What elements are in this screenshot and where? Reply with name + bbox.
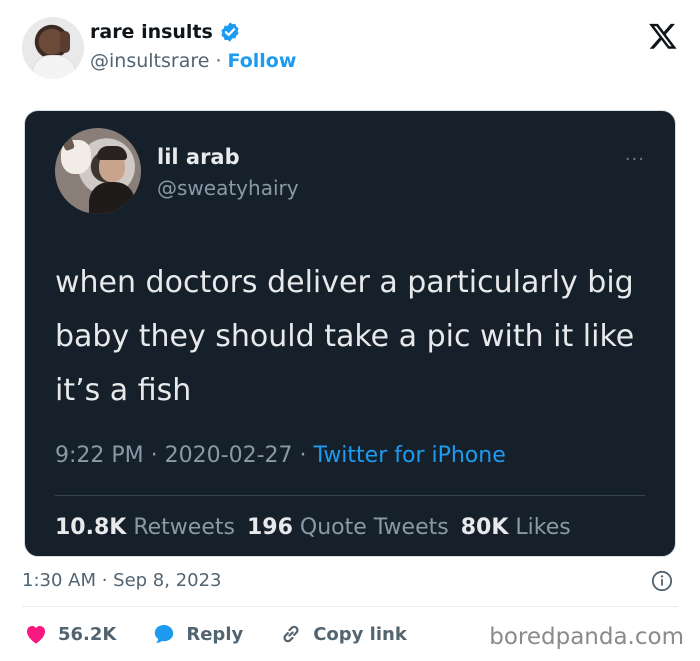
tweet-timestamp[interactable]: 1:30 AM · Sep 8, 2023 bbox=[22, 570, 222, 591]
retweets-stat: 10.8K Retweets bbox=[55, 515, 235, 540]
author-handle-row: @insultsrare · Follow bbox=[90, 50, 296, 72]
author-name-row: rare insults bbox=[90, 21, 241, 43]
likes-stat: 80K Likes bbox=[461, 515, 571, 540]
meta-separator: · bbox=[150, 443, 158, 468]
copy-link-button[interactable]: Copy link bbox=[279, 622, 407, 646]
watermark: boredpanda.com bbox=[489, 624, 684, 650]
avatar-person-body bbox=[89, 182, 135, 214]
reply-bubble-icon bbox=[155, 625, 174, 643]
reply-button[interactable]: Reply bbox=[152, 622, 243, 646]
embedded-tweet-meta: 9:22 PM · 2020-02-27 · Twitter for iPhon… bbox=[55, 443, 506, 468]
avatar-hand bbox=[60, 31, 70, 53]
embedded-tweet-text: when doctors deliver a particularly big … bbox=[55, 265, 635, 408]
tweet-actions: 56.2K Reply Copy link bbox=[24, 620, 443, 648]
actions-divider bbox=[22, 606, 678, 607]
tweet-header: rare insults @insultsrare · Follow bbox=[22, 17, 682, 81]
reply-label: Reply bbox=[186, 623, 244, 645]
meta-separator: · bbox=[299, 443, 307, 468]
embedded-source: Twitter for iPhone bbox=[313, 443, 506, 468]
author-avatar[interactable] bbox=[22, 17, 84, 79]
more-options-icon: ··· bbox=[624, 149, 645, 170]
retweets-label: Retweets bbox=[133, 515, 235, 540]
copy-link-label: Copy link bbox=[313, 623, 407, 645]
x-logo-icon[interactable] bbox=[648, 21, 678, 51]
verified-badge-icon bbox=[221, 22, 239, 42]
retweets-count: 10.8K bbox=[55, 515, 127, 540]
embedded-author-avatar bbox=[55, 128, 141, 214]
likes-count: 80K bbox=[460, 515, 509, 540]
embedded-date: 2020-02-27 bbox=[164, 443, 293, 468]
embedded-time: 9:22 PM bbox=[55, 443, 144, 468]
avatar-person-hair bbox=[97, 146, 127, 160]
heart-icon bbox=[27, 626, 45, 644]
info-icon[interactable] bbox=[651, 570, 673, 592]
quotes-stat: 196 Quote Tweets bbox=[247, 515, 449, 540]
embedded-stats: 10.8K Retweets 196 Quote Tweets 80K Like… bbox=[55, 515, 571, 540]
like-count: 56.2K bbox=[58, 623, 117, 645]
avatar-shirt bbox=[32, 55, 76, 79]
quotes-label: Quote Tweets bbox=[299, 515, 449, 540]
quotes-count: 196 bbox=[246, 515, 293, 540]
like-button[interactable]: 56.2K bbox=[24, 622, 116, 646]
handle-separator: · bbox=[215, 50, 222, 72]
embedded-tweet-screenshot: lil arab @sweatyhairy ··· when doctors d… bbox=[24, 110, 676, 557]
embedded-divider bbox=[55, 495, 645, 496]
follow-button[interactable]: Follow bbox=[227, 50, 296, 72]
link-icon bbox=[283, 625, 299, 643]
embedded-display-name: lil arab bbox=[157, 145, 240, 169]
embedded-handle: @sweatyhairy bbox=[157, 176, 299, 200]
author-display-name[interactable]: rare insults bbox=[90, 21, 213, 43]
author-handle[interactable]: @insultsrare bbox=[90, 50, 209, 72]
likes-label: Likes bbox=[515, 515, 571, 540]
